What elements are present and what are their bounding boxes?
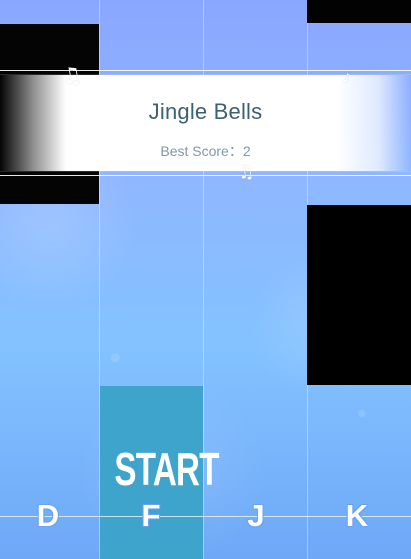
key-k-label: K (345, 498, 369, 533)
music-note-icon: ♫ (59, 62, 84, 91)
key-j-label: J (247, 498, 265, 533)
best-score: Best Score：2 (160, 143, 251, 159)
song-title: Jingle Bells (148, 99, 263, 124)
game-stage: Jingle Bells Best Score：2 ♫ ♪ ♫ START D … (0, 0, 411, 559)
music-note-icon: ♪ (342, 70, 352, 86)
music-note-icon: ♫ (236, 160, 256, 185)
key-d-label: D (36, 498, 60, 533)
piano-tile-2[interactable] (307, 0, 411, 23)
start-label[interactable]: START (114, 446, 219, 492)
key-f-label: F (141, 498, 161, 533)
piano-tile-3[interactable] (307, 205, 411, 385)
song-banner: Jingle Bells Best Score：2 (0, 70, 411, 176)
